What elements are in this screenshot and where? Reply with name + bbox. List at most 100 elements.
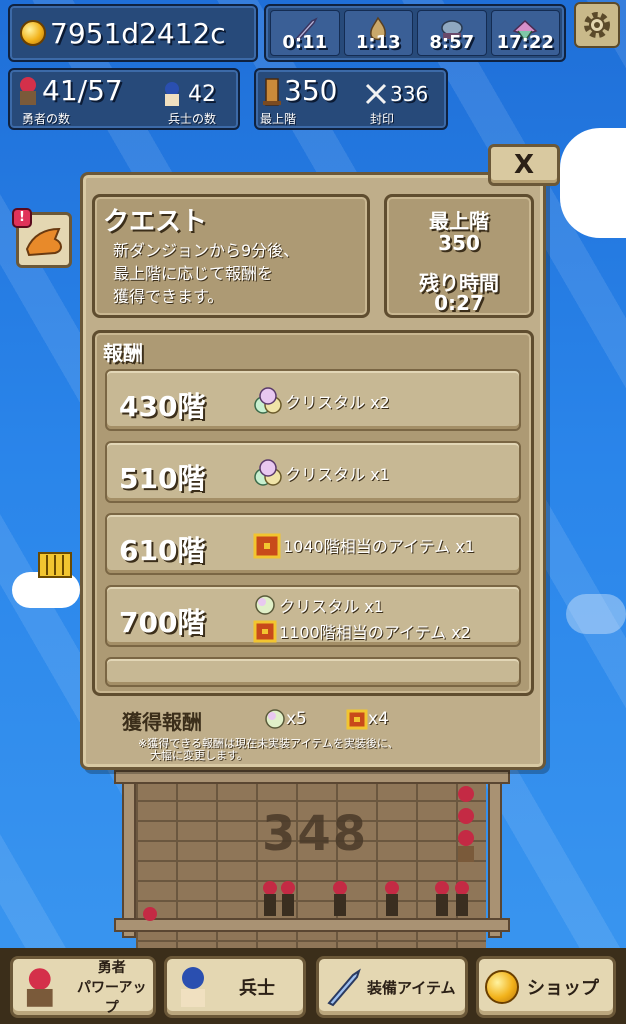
timer-value: 17:22 <box>496 32 554 53</box>
soldier-label: 兵士 <box>239 978 275 999</box>
hero-power-up-button[interactable]: 勇者 パワーアップ <box>10 956 156 1018</box>
earned-rewards-label: 獲得報酬 <box>122 710 202 734</box>
reward-floor: 700階 <box>119 606 206 639</box>
hero-power-up-label: 勇者 パワーアップ <box>71 957 153 1017</box>
rewards-title: 報酬 <box>103 341 143 365</box>
hero-count-value: 41/57 <box>42 74 123 107</box>
timer-ship[interactable]: 8:57 <box>417 10 487 56</box>
crossed-swords-icon <box>365 83 387 105</box>
top-floor-value: 350 <box>284 74 338 107</box>
hero-icon <box>20 76 36 105</box>
crystal-icon <box>255 595 275 615</box>
treasure-chest-icon <box>346 709 368 730</box>
reward-item: 1100階相当のアイテム x2 <box>253 619 471 643</box>
shop-label: ショップ <box>527 978 599 999</box>
hero-power-up-label-line: パワーアップ <box>77 980 147 1016</box>
earned-crystals: x5 <box>264 708 307 730</box>
reward-item: クリスタル x2 <box>253 387 390 415</box>
soldier-count: 42 <box>160 80 216 108</box>
reward-item: クリスタル x1 <box>253 459 390 487</box>
timer-crystal[interactable]: 17:22 <box>490 10 560 56</box>
seal-count: 336 <box>364 82 428 106</box>
seal-count-caption: 封印 <box>370 112 395 126</box>
equipment-label: 装備アイテム <box>367 978 456 997</box>
close-button[interactable]: X <box>488 144 560 186</box>
reward-row: 700階 クリスタル x1 1100階相当のアイテム x2 <box>105 585 521 647</box>
crystal-icon <box>254 459 282 486</box>
rewards-panel: 報酬 430階 クリスタル x2 510階 クリスタル x1 610階 1040… <box>92 330 534 696</box>
soldier-count-value: 42 <box>188 81 216 107</box>
top-floor: 350 <box>260 74 337 107</box>
settings-button[interactable] <box>574 2 620 48</box>
timer-value: 1:13 <box>355 32 401 53</box>
quest-description-line: 最上階に応じて報酬を <box>113 264 274 283</box>
crystal-icon <box>254 387 282 414</box>
reward-item-text: クリスタル x2 <box>285 393 390 412</box>
timer-value: 0:11 <box>282 32 328 53</box>
cloud <box>566 594 626 634</box>
soldier-icon <box>181 967 205 1007</box>
reward-item-text: クリスタル x1 <box>285 465 390 484</box>
rewards-note-line: 大幅に変更します。 <box>150 749 248 762</box>
reward-item: クリスタル x1 <box>253 593 384 617</box>
quest-title: クエスト <box>103 207 208 237</box>
hero-count: 41/57 <box>14 74 123 107</box>
treasure-chest-icon <box>253 620 277 643</box>
crystal-icon <box>265 709 285 729</box>
reward-row-partial <box>105 657 521 687</box>
tower-icon <box>263 77 281 106</box>
reward-row: 510階 クリスタル x1 <box>105 441 521 503</box>
rewards-note: ※獲得できる報酬は現在未実装アイテムを実装後に、 大幅に変更します。 <box>138 738 458 762</box>
equipment-button[interactable]: 装備アイテム <box>316 956 468 1018</box>
top-floor-label: 最上階 <box>429 209 489 233</box>
hero-sprites-ladder <box>458 786 474 862</box>
top-floor-caption: 最上階 <box>260 112 297 126</box>
quest-description-line: 獲得できます。 <box>113 287 224 306</box>
tower-pillar <box>122 778 136 938</box>
earned-chests: x4 <box>346 708 389 730</box>
top-floor-value: 350 <box>438 231 480 255</box>
reward-floor: 610階 <box>119 534 206 567</box>
reward-floor: 430階 <box>119 390 206 423</box>
earned-chest-count: x4 <box>368 709 389 729</box>
gold-value: 7951d2412c <box>50 16 226 50</box>
reward-item: 1040階相当のアイテム x1 <box>253 531 475 559</box>
reward-item-text: クリスタル x1 <box>279 597 384 616</box>
earned-crystal-count: x5 <box>286 709 307 729</box>
cloud <box>560 128 626 238</box>
reward-row: 430階 クリスタル x2 <box>105 369 521 431</box>
timer-flame[interactable]: 1:13 <box>343 10 413 56</box>
soldier-icon <box>165 82 179 106</box>
treasure-chest-icon <box>253 533 281 559</box>
quest-status-panel: 最上階 350 残り時間 0:27 <box>384 194 534 318</box>
party-stats: 41/57 勇者の数 42 兵士の数 <box>8 68 240 130</box>
reward-item-text: 1040階相当のアイテム x1 <box>283 537 475 556</box>
reward-row: 610階 1040階相当のアイテム x1 <box>105 513 521 575</box>
seal-count-value: 336 <box>390 82 429 106</box>
shop-button[interactable]: ショップ <box>476 956 616 1018</box>
timer-value: 8:57 <box>429 32 475 53</box>
notification-badge: ! <box>12 208 32 228</box>
reward-floor: 510階 <box>119 462 206 495</box>
quest-description: 新ダンジョンから9分後、 最上階に応じて報酬を 獲得できます。 <box>113 239 299 308</box>
gate-icon <box>38 552 72 578</box>
gear-icon <box>584 12 610 38</box>
hero-icon <box>26 968 53 1007</box>
time-left-value: 0:27 <box>434 291 484 315</box>
soldier-button[interactable]: 兵士 <box>164 956 306 1018</box>
tower-stats: 350 最上階 336 封印 <box>254 68 448 130</box>
boost-timers: 0:11 1:13 8:57 17:22 <box>264 4 566 62</box>
reward-item-text: 1100階相当のアイテム x2 <box>279 623 471 642</box>
tower-ledge <box>114 770 510 784</box>
quest-description-line: 新ダンジョンから9分後、 <box>113 241 300 260</box>
hero-power-up-label-line: 勇者 <box>97 960 126 976</box>
gold-coin-icon <box>20 20 46 46</box>
hero-sprites <box>143 881 469 921</box>
tower-floor-number: 348 <box>262 806 369 862</box>
soldier-count-caption: 兵士の数 <box>168 112 217 126</box>
timer-sword[interactable]: 0:11 <box>270 10 340 56</box>
hero-count-caption: 勇者の数 <box>22 112 71 126</box>
gold-counter: 7951d2412c <box>8 4 258 62</box>
gold-coin-icon <box>485 970 519 1004</box>
quest-info-panel: クエスト 新ダンジョンから9分後、 最上階に応じて報酬を 獲得できます。 <box>92 194 370 318</box>
